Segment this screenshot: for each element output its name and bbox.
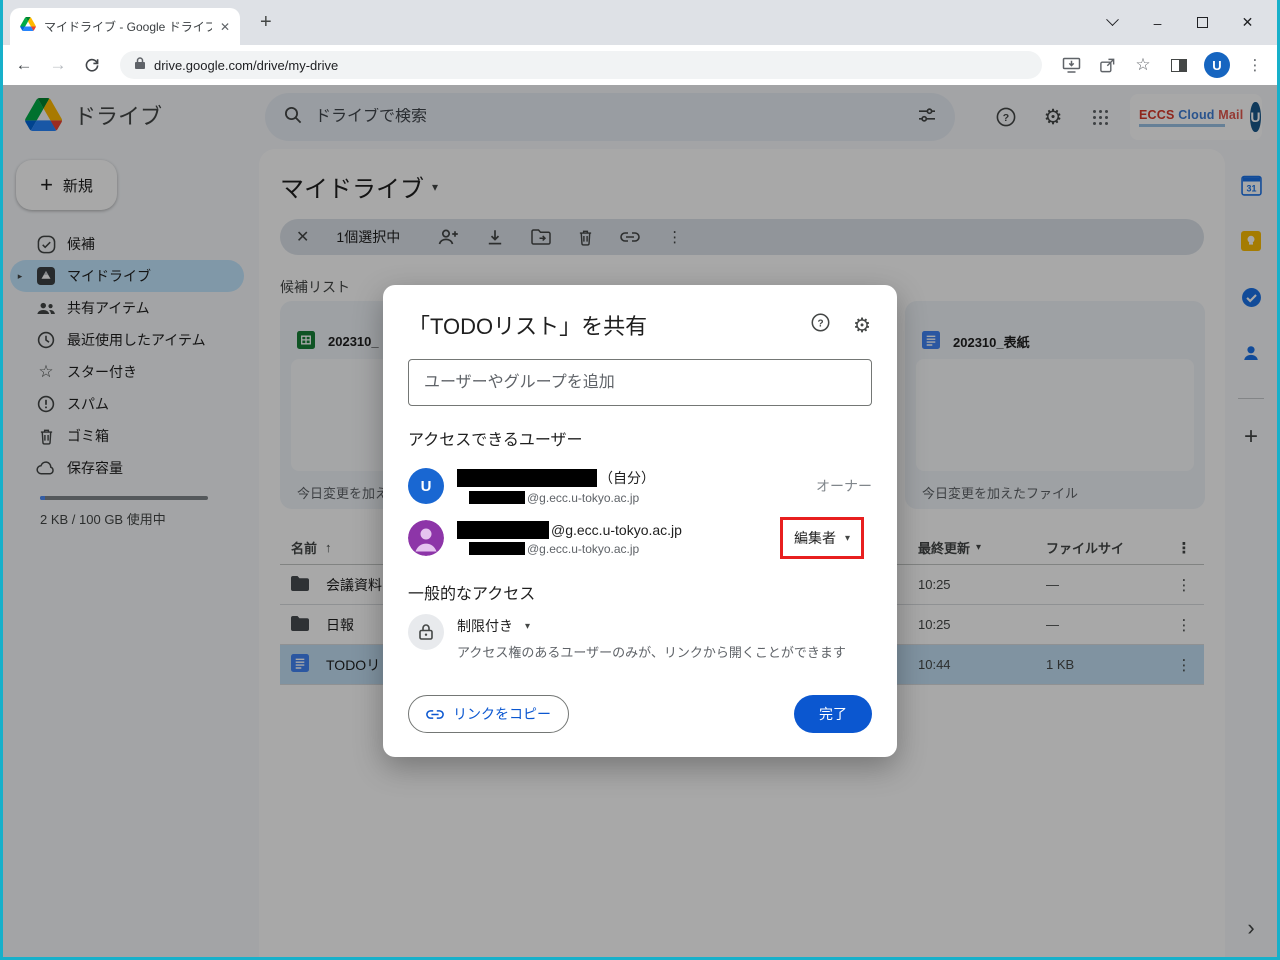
lock-icon (134, 56, 146, 75)
owner-email-domain: @g.ecc.u-tokyo.ac.jp (527, 491, 639, 505)
general-access-label: 一般的なアクセス (408, 580, 872, 604)
install-icon[interactable] (1056, 51, 1086, 79)
share-icon[interactable] (1092, 51, 1122, 79)
browser-window: マイドライブ - Google ドライブ ✕ + – ✕ ← → drive.g… (0, 0, 1280, 960)
access-level-dropdown[interactable]: 制限付き ▾ (457, 616, 846, 636)
browser-tab[interactable]: マイドライブ - Google ドライブ ✕ (10, 8, 240, 45)
back-icon[interactable]: ← (10, 51, 38, 79)
browser-avatar[interactable]: U (1204, 52, 1230, 78)
redacted-email (469, 542, 525, 555)
svg-text:?: ? (818, 318, 824, 329)
redacted-name (457, 469, 597, 487)
editor-role-dropdown[interactable]: 編集者 ▾ (780, 517, 864, 559)
dialog-settings-gear-icon[interactable]: ⚙ (853, 313, 871, 338)
reading-list-icon[interactable] (1164, 51, 1194, 79)
drive-favicon (20, 17, 36, 36)
browser-menu-icon[interactable]: ⋮ (1240, 51, 1270, 79)
tab-close-icon[interactable]: ✕ (220, 20, 230, 34)
tab-title: マイドライブ - Google ドライブ (44, 18, 212, 35)
dialog-help-icon[interactable]: ? (810, 312, 831, 338)
browser-toolbar: ← → drive.google.com/drive/my-drive ☆ U … (0, 45, 1280, 85)
link-icon (426, 706, 444, 722)
new-tab-button[interactable]: + (260, 11, 272, 34)
redacted-email (469, 491, 525, 504)
editor-avatar (408, 520, 444, 556)
forward-icon[interactable]: → (44, 51, 72, 79)
owner-avatar: U (408, 468, 444, 504)
reload-icon[interactable] (78, 51, 106, 79)
add-people-input[interactable] (408, 359, 872, 406)
copy-link-label: リンクをコピー (453, 704, 551, 724)
people-section-label: アクセスできるユーザー (408, 426, 872, 450)
share-dialog: 「TODOリスト」を共有 ? ⚙ アクセスできるユーザー U （自分） @g.e… (383, 285, 897, 757)
chevron-down-icon: ▾ (525, 621, 530, 632)
owner-self-suffix: （自分） (599, 468, 655, 488)
owner-role-label: オーナー (816, 476, 872, 496)
lock-icon (408, 614, 444, 650)
minimize-button[interactable]: – (1135, 0, 1180, 45)
tab-bar: マイドライブ - Google ドライブ ✕ + – ✕ (0, 0, 1280, 45)
address-bar[interactable]: drive.google.com/drive/my-drive (120, 51, 1042, 79)
editor-email-domain: @g.ecc.u-tokyo.ac.jp (527, 542, 639, 556)
done-button[interactable]: 完了 (794, 695, 872, 733)
editor-name-domain: @g.ecc.u-tokyo.ac.jp (551, 522, 682, 538)
share-user-row-editor: @g.ecc.u-tokyo.ac.jp @g.ecc.u-tokyo.ac.j… (408, 512, 872, 564)
dialog-title: 「TODOリスト」を共有 (408, 309, 810, 341)
chrome-menu-chevron-icon[interactable] (1090, 0, 1135, 45)
access-level-description: アクセス権のあるユーザーのみが、リンクから開くことができます (457, 642, 846, 661)
editor-role-value: 編集者 (794, 528, 836, 548)
url-text[interactable]: drive.google.com/drive/my-drive (154, 58, 338, 73)
bookmark-star-icon[interactable]: ☆ (1128, 51, 1158, 79)
access-level-value: 制限付き (457, 616, 513, 636)
share-user-row-owner: U （自分） @g.ecc.u-tokyo.ac.jp オーナー (408, 460, 872, 512)
chevron-down-icon: ▾ (845, 533, 850, 544)
copy-link-button[interactable]: リンクをコピー (408, 695, 569, 733)
window-controls: – ✕ (1090, 0, 1270, 45)
maximize-button[interactable] (1180, 0, 1225, 45)
screenshare-border (0, 0, 3, 960)
general-access-row: 制限付き ▾ アクセス権のあるユーザーのみが、リンクから開くことができます (408, 614, 872, 661)
close-window-button[interactable]: ✕ (1225, 0, 1270, 45)
redacted-name (457, 521, 549, 539)
